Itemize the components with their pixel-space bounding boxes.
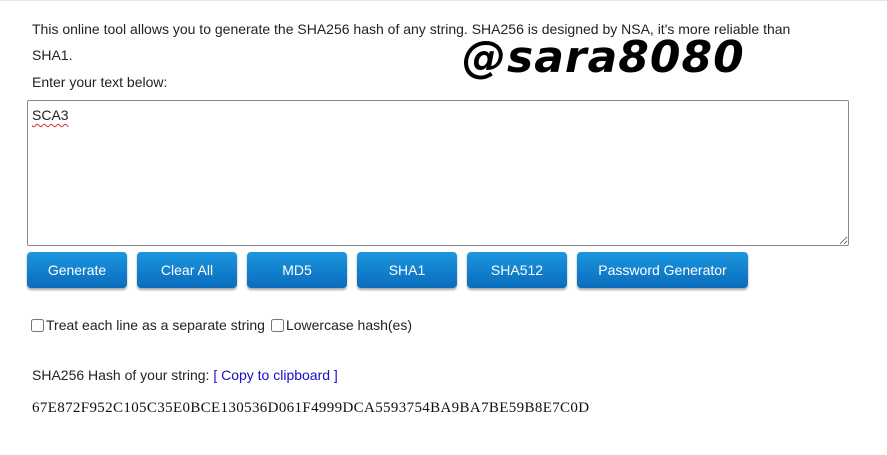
top-divider xyxy=(0,0,887,1)
separate-lines-checkbox[interactable] xyxy=(31,318,44,332)
password-generator-button[interactable]: Password Generator xyxy=(577,252,748,288)
button-row: Generate Clear All MD5 SHA1 SHA512 Passw… xyxy=(27,252,748,288)
lowercase-option[interactable]: Lowercase hash(es) xyxy=(270,316,412,334)
md5-button[interactable]: MD5 xyxy=(247,252,347,288)
lowercase-label: Lowercase hash(es) xyxy=(285,317,412,333)
hash-result-label-row: SHA256 Hash of your string: [ Copy to cl… xyxy=(32,366,338,384)
enter-text-label: Enter your text below: xyxy=(32,74,168,90)
sha512-button[interactable]: SHA512 xyxy=(467,252,567,288)
options-row: Treat each line as a separate string Low… xyxy=(31,316,412,334)
hash-output: 67E872F952C105C35E0BCE130536D061F4999DCA… xyxy=(32,400,590,416)
sha256-tool-page: This online tool allows you to generate … xyxy=(0,0,887,455)
separate-lines-label: Treat each line as a separate string xyxy=(46,317,265,333)
hash-result-label: SHA256 Hash of your string: xyxy=(32,367,210,383)
clear-all-button[interactable]: Clear All xyxy=(137,252,237,288)
string-input[interactable] xyxy=(27,100,849,246)
lowercase-checkbox[interactable] xyxy=(270,318,284,332)
copy-to-clipboard-link[interactable]: [ Copy to clipboard ] xyxy=(213,367,338,383)
input-container xyxy=(27,100,849,246)
sha1-button[interactable]: SHA1 xyxy=(357,252,457,288)
separate-lines-option[interactable]: Treat each line as a separate string xyxy=(31,316,265,334)
watermark-text: @sara8080 xyxy=(462,32,745,83)
generate-button[interactable]: Generate xyxy=(27,252,127,288)
